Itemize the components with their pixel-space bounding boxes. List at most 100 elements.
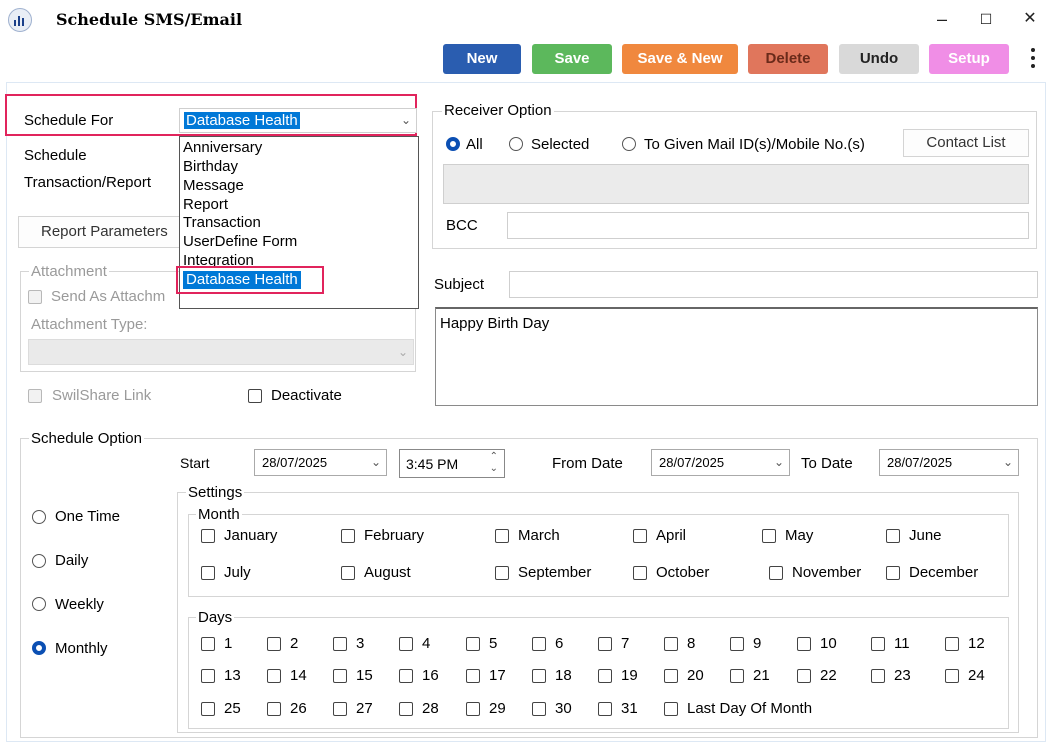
contact-list-button[interactable]: Contact List xyxy=(903,129,1029,157)
last-day-of-month-checkbox[interactable] xyxy=(664,702,678,716)
dropdown-option-userdefine-form[interactable]: UserDefine Form xyxy=(183,233,297,251)
day-label: 26 xyxy=(290,700,307,717)
month-checkbox-december[interactable] xyxy=(886,566,900,580)
day-label: 14 xyxy=(290,667,307,684)
day-checkbox-12[interactable] xyxy=(945,637,959,651)
attachment-type-select[interactable]: ⌄ xyxy=(28,339,414,365)
save-and-new-button[interactable]: Save & New xyxy=(622,44,738,74)
day-checkbox-19[interactable] xyxy=(598,669,612,683)
deactivate-checkbox[interactable] xyxy=(248,389,262,403)
dropdown-option-transaction[interactable]: Transaction xyxy=(183,214,261,232)
spinner-arrows-icon[interactable]: ⌃ ⌄ xyxy=(490,451,498,475)
minimize-button[interactable]: – xyxy=(922,4,962,34)
month-checkbox-october[interactable] xyxy=(633,566,647,580)
receiver-given-radio[interactable] xyxy=(622,137,636,151)
day-checkbox-17[interactable] xyxy=(466,669,480,683)
chevron-down-icon[interactable]: ⌄ xyxy=(998,450,1018,475)
dropdown-option-message[interactable]: Message xyxy=(183,177,244,195)
month-checkbox-march[interactable] xyxy=(495,529,509,543)
day-checkbox-1[interactable] xyxy=(201,637,215,651)
bcc-input[interactable] xyxy=(507,212,1029,239)
day-checkbox-31[interactable] xyxy=(598,702,612,716)
day-checkbox-11[interactable] xyxy=(871,637,885,651)
undo-button[interactable]: Undo xyxy=(839,44,919,74)
recipients-field[interactable] xyxy=(443,164,1029,204)
month-checkbox-february[interactable] xyxy=(341,529,355,543)
monthly-radio[interactable] xyxy=(32,641,46,655)
receiver-selected-label: Selected xyxy=(531,136,590,153)
message-body-textarea[interactable]: Happy Birth Day xyxy=(435,307,1038,406)
message-body-text: Happy Birth Day xyxy=(440,315,550,332)
day-checkbox-24[interactable] xyxy=(945,669,959,683)
new-button[interactable]: New xyxy=(443,44,521,74)
month-checkbox-november[interactable] xyxy=(769,566,783,580)
day-checkbox-10[interactable] xyxy=(797,637,811,651)
weekly-radio[interactable] xyxy=(32,597,46,611)
start-time-picker[interactable]: 3:45 PM ⌃ ⌄ xyxy=(399,449,505,478)
day-checkbox-7[interactable] xyxy=(598,637,612,651)
month-checkbox-may[interactable] xyxy=(762,529,776,543)
save-button[interactable]: Save xyxy=(532,44,612,74)
receiver-selected-radio[interactable] xyxy=(509,137,523,151)
month-checkbox-april[interactable] xyxy=(633,529,647,543)
day-checkbox-30[interactable] xyxy=(532,702,546,716)
month-checkbox-august[interactable] xyxy=(341,566,355,580)
daily-radio[interactable] xyxy=(32,554,46,568)
maximize-button[interactable]: ☐ xyxy=(966,4,1006,34)
day-checkbox-2[interactable] xyxy=(267,637,281,651)
day-label: 28 xyxy=(422,700,439,717)
month-checkbox-june[interactable] xyxy=(886,529,900,543)
report-parameters-button[interactable]: Report Parameters xyxy=(18,216,188,248)
day-checkbox-6[interactable] xyxy=(532,637,546,651)
more-options-icon[interactable] xyxy=(1027,44,1039,78)
send-as-attachment-checkbox[interactable] xyxy=(28,290,42,304)
day-checkbox-4[interactable] xyxy=(399,637,413,651)
day-checkbox-9[interactable] xyxy=(730,637,744,651)
chevron-down-icon[interactable]: ⌄ xyxy=(393,340,413,364)
day-checkbox-13[interactable] xyxy=(201,669,215,683)
deactivate-label: Deactivate xyxy=(271,387,342,404)
subject-input[interactable] xyxy=(509,271,1038,298)
day-checkbox-22[interactable] xyxy=(797,669,811,683)
day-checkbox-25[interactable] xyxy=(201,702,215,716)
day-checkbox-8[interactable] xyxy=(664,637,678,651)
dropdown-option-report[interactable]: Report xyxy=(183,196,228,214)
day-checkbox-16[interactable] xyxy=(399,669,413,683)
day-checkbox-3[interactable] xyxy=(333,637,347,651)
month-checkbox-january[interactable] xyxy=(201,529,215,543)
from-date-picker[interactable]: 28/07/2025 ⌄ xyxy=(651,449,790,476)
day-checkbox-5[interactable] xyxy=(466,637,480,651)
month-group xyxy=(188,514,1009,597)
day-checkbox-14[interactable] xyxy=(267,669,281,683)
start-time-value: 3:45 PM xyxy=(406,456,459,472)
one-time-radio[interactable] xyxy=(32,510,46,524)
setup-button[interactable]: Setup xyxy=(929,44,1009,74)
to-date-picker[interactable]: 28/07/2025 ⌄ xyxy=(879,449,1019,476)
day-checkbox-21[interactable] xyxy=(730,669,744,683)
dropdown-option-anniversary[interactable]: Anniversary xyxy=(183,139,262,157)
day-checkbox-18[interactable] xyxy=(532,669,546,683)
chevron-down-icon[interactable]: ⌄ xyxy=(396,109,416,132)
day-checkbox-28[interactable] xyxy=(399,702,413,716)
month-checkbox-september[interactable] xyxy=(495,566,509,580)
day-checkbox-20[interactable] xyxy=(664,669,678,683)
swilshare-link-checkbox[interactable] xyxy=(28,389,42,403)
day-checkbox-26[interactable] xyxy=(267,702,281,716)
close-button[interactable]: ✕ xyxy=(1010,4,1050,34)
chevron-down-icon[interactable]: ⌄ xyxy=(769,450,789,475)
day-checkbox-29[interactable] xyxy=(466,702,480,716)
chevron-down-icon[interactable]: ⌄ xyxy=(366,450,386,475)
day-label: 3 xyxy=(356,635,365,652)
schedule-for-label: Schedule For xyxy=(24,112,114,129)
days-title: Days xyxy=(196,609,235,626)
start-date-picker[interactable]: 28/07/2025 ⌄ xyxy=(254,449,387,476)
day-checkbox-27[interactable] xyxy=(333,702,347,716)
day-label: 16 xyxy=(422,667,439,684)
dropdown-option-birthday[interactable]: Birthday xyxy=(183,158,238,176)
day-checkbox-15[interactable] xyxy=(333,669,347,683)
receiver-all-radio[interactable] xyxy=(446,137,460,151)
schedule-for-select[interactable]: Database Health ⌄ xyxy=(179,108,417,133)
month-checkbox-july[interactable] xyxy=(201,566,215,580)
delete-button[interactable]: Delete xyxy=(748,44,828,74)
day-checkbox-23[interactable] xyxy=(871,669,885,683)
